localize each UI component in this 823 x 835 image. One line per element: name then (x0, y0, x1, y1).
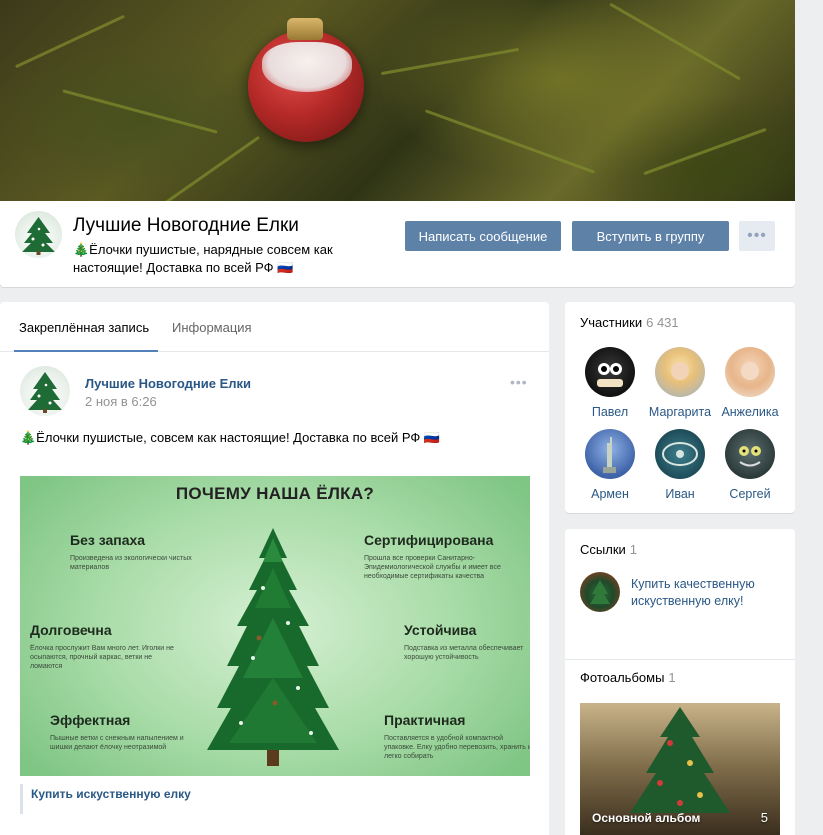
album-name: Основной альбом (592, 811, 701, 825)
member-avatar[interactable] (585, 347, 635, 397)
member-avatar[interactable] (725, 429, 775, 479)
members-card: Участники 6 431 Павел Маргарита Анжелика … (565, 302, 795, 513)
links-title[interactable]: Ссылки 1 (580, 542, 637, 557)
albums-count: 1 (668, 670, 676, 685)
feature-heading: Эффектная (50, 712, 131, 728)
member-item[interactable]: Маргарита (645, 347, 715, 419)
member-item[interactable]: Анжелика (715, 347, 785, 419)
feature-text: Подставка из металла обеспечивает хорошу… (404, 645, 524, 661)
active-tab-indicator (14, 350, 158, 352)
feature-text: Поставляется в удобной компактной упаков… (384, 735, 530, 760)
join-group-button[interactable]: Вступить в группу (572, 221, 729, 251)
post-image[interactable]: ПОЧЕМУ НАША ЁЛКА? Без запаха Произведена… (20, 476, 530, 776)
feature-heading: Без запаха (70, 532, 146, 548)
members-title-label: Участники (580, 315, 643, 330)
member-name[interactable]: Анжелика (715, 405, 785, 419)
post-date[interactable]: 2 ноя в 6:26 (85, 394, 157, 409)
feature-text: Пышные ветки с снежным напылением и шишк… (50, 735, 184, 751)
member-name[interactable]: Маргарита (645, 405, 715, 419)
link-quote-bar (20, 784, 23, 814)
wall-tabs: Закреплённая запись Информация (0, 302, 549, 352)
write-message-button[interactable]: Написать сообщение (405, 221, 561, 251)
member-item[interactable]: Армен (575, 429, 645, 501)
member-name[interactable]: Павел (575, 405, 645, 419)
tree-illustration (207, 528, 339, 766)
links-card: Ссылки 1 Купить качественную искуственную… (565, 529, 795, 835)
page: Лучшие Новогодние Елки 🎄Ёлочки пушистые,… (0, 0, 823, 835)
more-actions-button[interactable]: ••• (739, 221, 775, 251)
group-header: Лучшие Новогодние Елки 🎄Ёлочки пушистые,… (0, 0, 795, 287)
post-author-avatar[interactable] (20, 366, 70, 416)
albums-title[interactable]: Фотоальбомы 1 (580, 670, 676, 685)
member-name[interactable]: Сергей (715, 487, 785, 501)
tab-pinned-post[interactable]: Закреплённая запись (19, 320, 149, 335)
links-title-label: Ссылки (580, 542, 626, 557)
albums-title-label: Фотоальбомы (580, 670, 665, 685)
member-avatar[interactable] (585, 429, 635, 479)
links-count: 1 (629, 542, 638, 557)
wall-card: Закреплённая запись Информация Лучшие Но… (0, 302, 549, 835)
post-text: 🎄Ёлочки пушистые, совсем как настоящие! … (20, 430, 441, 445)
member-avatar[interactable] (655, 347, 705, 397)
post-author-name[interactable]: Лучшие Новогодние Елки (85, 376, 251, 391)
members-title[interactable]: Участники 6 431 (580, 315, 679, 330)
member-avatar[interactable] (725, 347, 775, 397)
post-image-title: ПОЧЕМУ НАША ЁЛКА? (175, 484, 375, 503)
feature-heading: Устойчива (404, 622, 477, 638)
group-name: Лучшие Новогодние Елки (73, 215, 299, 236)
group-status: 🎄Ёлочки пушистые, нарядные совсем как на… (73, 242, 333, 275)
feature-text: Ёлочка прослужит Вам много лет. Иголки н… (30, 645, 174, 670)
post-link[interactable]: Купить искуственную елку (31, 787, 191, 801)
member-name[interactable]: Иван (645, 487, 715, 501)
member-avatar[interactable] (655, 429, 705, 479)
link-thumbnail[interactable] (580, 572, 620, 612)
album-photo-count: 5 (760, 810, 768, 825)
divider (565, 659, 795, 660)
album-cover[interactable]: Основной альбом 5 (580, 703, 780, 835)
group-avatar[interactable] (15, 211, 62, 258)
member-name[interactable]: Армен (575, 487, 645, 501)
link-item[interactable]: Купить качественную искуственную елку! (631, 576, 781, 610)
feature-heading: Долговечна (30, 622, 112, 638)
member-item[interactable]: Сергей (715, 429, 785, 501)
cover-image (0, 0, 795, 201)
post-more-icon[interactable]: ••• (510, 374, 528, 390)
member-item[interactable]: Павел (575, 347, 645, 419)
tab-info[interactable]: Информация (172, 320, 252, 335)
feature-heading: Практичная (384, 712, 466, 728)
members-count: 6 431 (646, 315, 679, 330)
feature-heading: Сертифицирована (364, 532, 494, 548)
feature-text: Прошла все проверки Санитарно-Эпидемиоло… (364, 555, 501, 580)
member-item[interactable]: Иван (645, 429, 715, 501)
